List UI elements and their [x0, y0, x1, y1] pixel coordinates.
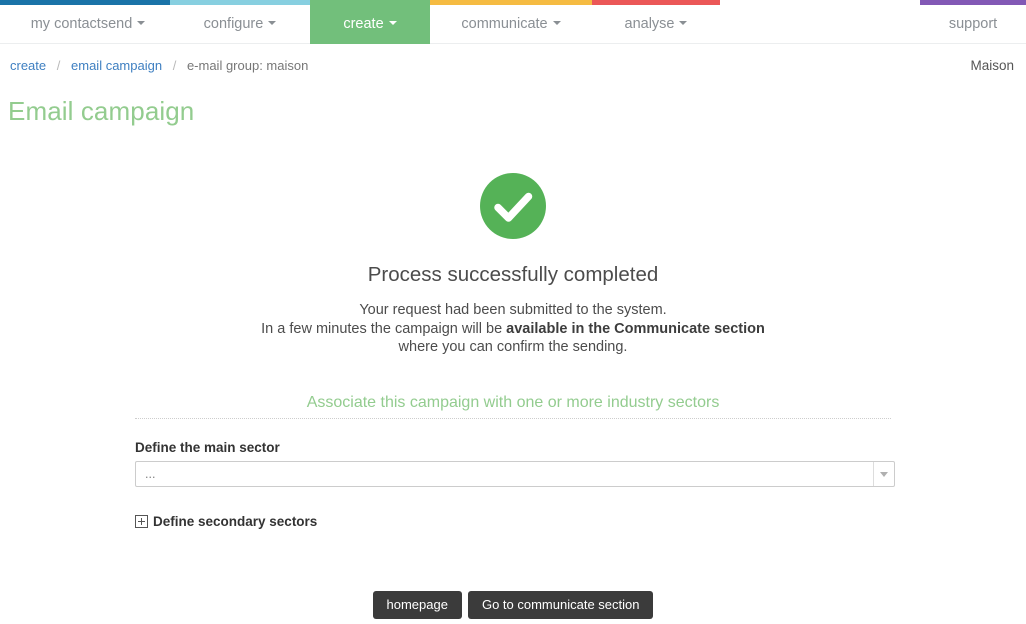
nav-label: configure — [203, 16, 264, 32]
chevron-down-icon — [880, 472, 888, 477]
nav-item-create[interactable]: create — [310, 5, 430, 44]
success-panel: Process successfully completed Your requ… — [0, 173, 1026, 357]
breadcrumb-separator: / — [56, 58, 61, 73]
page-title: Email campaign — [8, 96, 195, 126]
breadcrumb: create / email campaign / e-mail group: … — [10, 58, 308, 73]
success-line-2-prefix: In a few minutes the campaign will be — [261, 320, 507, 337]
check-circle-icon — [480, 173, 546, 239]
nav-item-communicate[interactable]: communicate — [432, 5, 590, 44]
homepage-button[interactable]: homepage — [372, 591, 462, 619]
chevron-down-icon — [268, 21, 277, 26]
chevron-down-icon — [552, 21, 561, 26]
section-divider — [135, 418, 891, 419]
main-navigation: my contactsend configure create communic… — [0, 5, 1026, 44]
go-to-communicate-section-button[interactable]: Go to communicate section — [467, 591, 654, 619]
success-line-1: Your request had been submitted to the s… — [359, 302, 667, 318]
nav-label: create — [343, 16, 384, 32]
chevron-down-icon — [388, 21, 397, 26]
chevron-down-icon — [679, 21, 688, 26]
plus-box-icon — [135, 514, 148, 528]
nav-label: communicate — [461, 16, 548, 32]
main-sector-label: Define the main sector — [135, 440, 280, 455]
chevron-down-icon — [137, 21, 146, 26]
nav-item-my-contactsend[interactable]: my contactsend — [8, 5, 168, 44]
nav-item-configure[interactable]: configure — [172, 5, 308, 44]
breadcrumb-item-current: e-mail group: maison — [186, 58, 309, 73]
breadcrumb-item-create[interactable]: create — [10, 58, 46, 73]
main-sector-select[interactable]: ... — [135, 461, 895, 487]
action-button-row: homepage Go to communicate section — [0, 591, 1026, 619]
nav-label: support — [948, 16, 998, 32]
success-line-3: where you can confirm the sending. — [398, 339, 628, 356]
secondary-sectors-toggle[interactable]: Define secondary sectors — [135, 514, 317, 529]
breadcrumb-item-email-campaign[interactable]: email campaign — [71, 58, 162, 73]
sector-section-heading: Associate this campaign with one or more… — [306, 394, 720, 411]
success-line-2-bold: available in the Communicate section — [506, 320, 765, 337]
success-heading: Process successfully completed — [367, 263, 659, 286]
secondary-sectors-label: Define secondary sectors — [153, 514, 318, 529]
breadcrumb-separator: / — [172, 58, 177, 73]
nav-label: my contactsend — [30, 16, 133, 32]
account-name: Maison — [970, 58, 1014, 73]
main-sector-value: ... — [145, 467, 156, 481]
main-sector-dropdown-button[interactable] — [873, 462, 894, 486]
nav-item-analyse[interactable]: analyse — [592, 5, 720, 44]
nav-label: analyse — [624, 16, 675, 32]
success-description: Your request had been submitted to the s… — [0, 301, 1026, 357]
nav-item-support[interactable]: support — [920, 5, 1026, 44]
